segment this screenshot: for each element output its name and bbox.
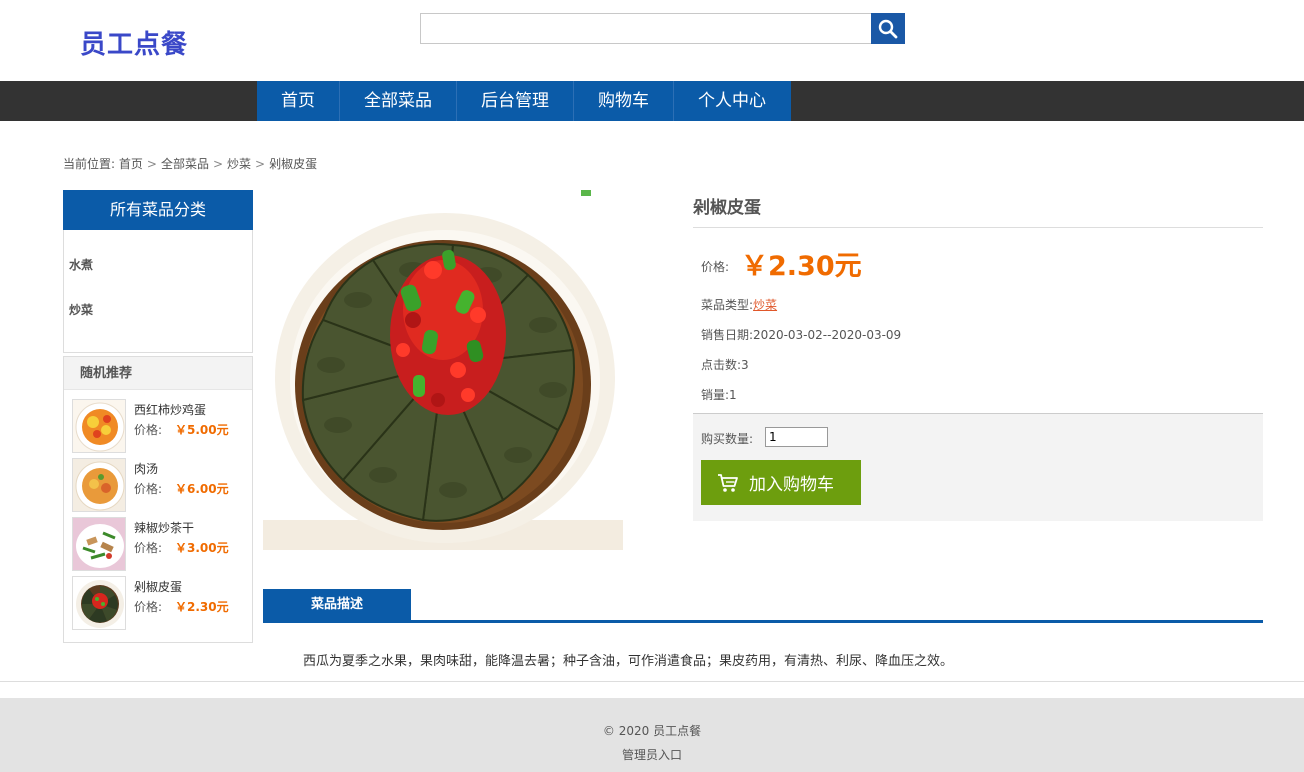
breadcrumb-prefix: 当前位置: bbox=[63, 157, 116, 171]
breadcrumb-current: 剁椒皮蛋 bbox=[269, 157, 318, 171]
recommend-name[interactable]: 西红柿炒鸡蛋 bbox=[134, 401, 206, 418]
breadcrumb-all-dishes[interactable]: 全部菜品 bbox=[161, 157, 209, 171]
date-value: 2020-03-02--2020-03-09 bbox=[753, 328, 902, 342]
recommend-box: 随机推荐 西红柿炒鸡蛋 价格: ￥5.00元 肉汤 价格: ￥6.00元 辣椒炒… bbox=[63, 356, 253, 643]
admin-entry-link[interactable]: 管理员入口 bbox=[0, 746, 1304, 763]
add-to-cart-button[interactable]: 加入购物车 bbox=[701, 460, 861, 505]
sales-value: 1 bbox=[729, 388, 737, 402]
recommend-item[interactable]: 肉汤 价格: ￥6.00元 bbox=[72, 457, 252, 516]
type-label: 菜品类型: bbox=[701, 298, 754, 312]
recommend-price-label: 价格: bbox=[134, 482, 163, 496]
title-divider bbox=[693, 227, 1263, 228]
recommend-price-label: 价格: bbox=[134, 600, 163, 614]
footer: © 2020 员工点餐 管理员入口 bbox=[0, 698, 1304, 772]
recommend-name[interactable]: 辣椒炒茶干 bbox=[134, 519, 194, 536]
date-row: 销售日期:2020-03-02--2020-03-09 bbox=[701, 326, 901, 343]
product-image bbox=[263, 190, 623, 550]
recommend-item[interactable]: 西红柿炒鸡蛋 价格: ￥5.00元 bbox=[72, 398, 252, 457]
nav-item-home[interactable]: 首页 bbox=[257, 81, 340, 121]
recommend-name[interactable]: 剁椒皮蛋 bbox=[134, 578, 182, 595]
sales-label: 销量: bbox=[701, 388, 730, 402]
clicks-value: 3 bbox=[741, 358, 749, 372]
product-title: 剁椒皮蛋 bbox=[693, 198, 761, 218]
product-price: ￥2.30元 bbox=[741, 251, 862, 282]
breadcrumb: 当前位置: 首页 > 全部菜品 > 炒菜 > 剁椒皮蛋 bbox=[63, 155, 317, 172]
price-label: 价格: bbox=[701, 260, 730, 274]
main-navbar: 首页 全部菜品 后台管理 购物车 个人中心 bbox=[0, 81, 1304, 121]
cart-icon bbox=[718, 473, 738, 492]
recommend-list: 西红柿炒鸡蛋 价格: ￥5.00元 肉汤 价格: ￥6.00元 辣椒炒茶干 价格… bbox=[64, 390, 252, 634]
clicks-label: 点击数: bbox=[701, 358, 742, 372]
search-input[interactable] bbox=[420, 13, 872, 44]
recommend-price: ￥5.00元 bbox=[175, 423, 229, 437]
breadcrumb-sep: > bbox=[212, 157, 224, 171]
category-item-boiled[interactable]: 水煮 bbox=[69, 256, 252, 301]
breadcrumb-sep: > bbox=[255, 157, 266, 171]
recommend-price-label: 价格: bbox=[134, 423, 163, 437]
dish-thumbnail[interactable] bbox=[72, 576, 126, 630]
recommend-item[interactable]: 辣椒炒茶干 价格: ￥3.00元 bbox=[72, 516, 252, 575]
category-box: 所有菜品分类 水煮 炒菜 bbox=[63, 190, 253, 353]
quantity-label: 购买数量: bbox=[701, 432, 754, 446]
nav-item-cart[interactable]: 购物车 bbox=[574, 81, 674, 121]
recommend-price: ￥3.00元 bbox=[175, 541, 229, 555]
dish-thumbnail[interactable] bbox=[72, 517, 126, 571]
site-logo[interactable]: 员工点餐 bbox=[80, 24, 188, 61]
breadcrumb-category[interactable]: 炒菜 bbox=[227, 157, 251, 171]
quantity-input[interactable] bbox=[765, 427, 828, 447]
recommend-title: 随机推荐 bbox=[64, 357, 252, 390]
header: 员工点餐 bbox=[0, 0, 1304, 81]
description-text: 西瓜为夏季之水果，果肉味甜，能降温去暑；种子含油，可作消遣食品；果皮药用，有清热… bbox=[303, 654, 954, 669]
add-to-cart-label: 加入购物车 bbox=[749, 475, 834, 495]
recommend-name[interactable]: 肉汤 bbox=[134, 460, 158, 477]
breadcrumb-home[interactable]: 首页 bbox=[119, 157, 143, 171]
date-label: 销售日期: bbox=[701, 328, 754, 342]
nav-list: 首页 全部菜品 后台管理 购物车 个人中心 bbox=[257, 81, 791, 121]
recommend-price-label: 价格: bbox=[134, 541, 163, 555]
sales-row: 销量:1 bbox=[701, 386, 737, 403]
nav-item-admin[interactable]: 后台管理 bbox=[457, 81, 574, 121]
search-button[interactable] bbox=[871, 13, 905, 44]
recommend-price: ￥2.30元 bbox=[175, 600, 229, 614]
tab-description[interactable]: 菜品描述 bbox=[263, 589, 411, 621]
copyright: © 2020 员工点餐 bbox=[602, 724, 702, 738]
type-link[interactable]: 炒菜 bbox=[753, 298, 777, 312]
nav-item-all-dishes[interactable]: 全部菜品 bbox=[340, 81, 457, 121]
category-title: 所有菜品分类 bbox=[63, 190, 253, 230]
dish-thumbnail[interactable] bbox=[72, 458, 126, 512]
search-icon bbox=[878, 19, 898, 38]
tab-underline bbox=[263, 620, 1263, 623]
dish-thumbnail[interactable] bbox=[72, 399, 126, 453]
recommend-price: ￥6.00元 bbox=[175, 482, 229, 496]
category-list: 水煮 炒菜 bbox=[64, 230, 252, 352]
recommend-item[interactable]: 剁椒皮蛋 价格: ￥2.30元 bbox=[72, 575, 252, 634]
footer-divider bbox=[0, 681, 1304, 682]
clicks-row: 点击数:3 bbox=[701, 356, 749, 373]
category-item-stir-fry[interactable]: 炒菜 bbox=[69, 301, 252, 346]
breadcrumb-sep: > bbox=[146, 157, 157, 171]
nav-item-profile[interactable]: 个人中心 bbox=[674, 81, 791, 121]
buy-panel: 购买数量: 加入购物车 bbox=[693, 413, 1263, 521]
type-row: 菜品类型:炒菜 bbox=[701, 296, 777, 313]
